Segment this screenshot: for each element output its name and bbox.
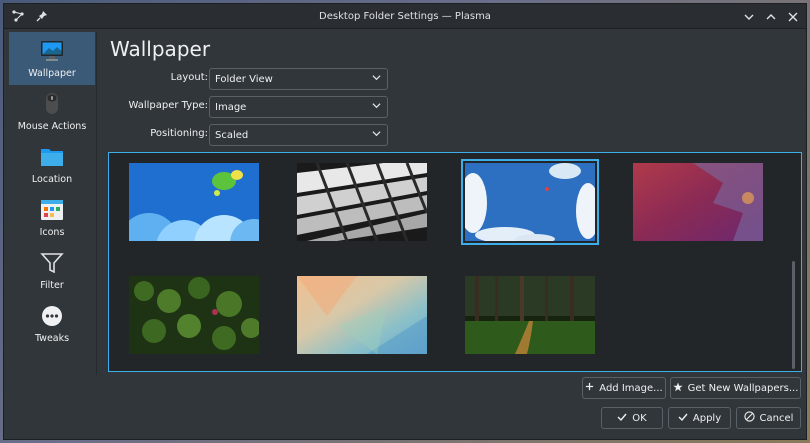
sidebar-item-label: Tweaks	[34, 333, 70, 344]
minimize-button[interactable]	[740, 8, 758, 25]
sidebar-item-tweaks[interactable]: Tweaks	[9, 297, 95, 350]
folder-icon	[41, 149, 63, 166]
sidebar-item-label: Filter	[40, 280, 64, 291]
layout-row: Layout: Folder View	[108, 68, 398, 90]
sidebar-item-filter[interactable]: Filter	[9, 244, 95, 297]
cancel-icon	[743, 411, 755, 425]
positioning-select[interactable]: Scaled	[209, 124, 388, 146]
layout-select[interactable]: Folder View	[209, 68, 388, 90]
plus-icon	[585, 382, 594, 394]
sidebar-item-icons[interactable]: Icons	[9, 191, 95, 244]
sidebar-item-mouse-actions[interactable]: Mouse Actions	[9, 85, 95, 138]
chevron-down-icon	[744, 14, 754, 20]
blue-cartoon-wallpaper	[129, 163, 259, 241]
white-architecture-wallpaper	[297, 163, 427, 241]
wallpaper-thumbnail[interactable]	[129, 276, 259, 354]
get-new-wallpapers-label: Get New Wallpapers...	[687, 382, 799, 394]
wallpaper-type-value: Image	[215, 101, 247, 113]
sidebar-item-label: Wallpaper	[28, 68, 76, 79]
layout-value: Folder View	[215, 73, 273, 85]
wallpaper-type-select[interactable]: Image	[209, 96, 388, 118]
chevron-up-icon	[766, 13, 776, 19]
wallpaper-type-label: Wallpaper Type:	[128, 100, 208, 111]
wallpaper-thumbnail[interactable]	[297, 276, 427, 354]
ok-button[interactable]: OK	[601, 407, 663, 429]
apply-button[interactable]: Apply	[668, 407, 731, 429]
sidebar-item-label: Location	[31, 174, 73, 185]
cancel-label: Cancel	[759, 412, 794, 424]
get-new-wallpapers-button[interactable]: Get New Wallpapers...	[670, 377, 801, 399]
pin-icon[interactable]	[34, 8, 50, 24]
positioning-label: Positioning:	[150, 128, 208, 139]
star-icon	[673, 382, 683, 395]
plasma-icon[interactable]	[10, 8, 26, 24]
filter-icon	[40, 253, 64, 274]
positioning-row: Positioning: Scaled	[108, 124, 398, 146]
chevron-down-icon	[372, 75, 381, 81]
ok-label: OK	[632, 412, 647, 424]
chevron-down-icon	[372, 131, 381, 137]
chevron-down-icon	[372, 103, 381, 109]
monitor-icon	[41, 41, 63, 61]
title-bar: Desktop Folder Settings — Plasma	[4, 4, 806, 29]
green-plants-wallpaper	[129, 276, 259, 354]
maximize-button[interactable]	[762, 8, 780, 25]
wallpaper-thumbnail[interactable]	[129, 163, 259, 241]
wallpaper-thumbnail[interactable]	[297, 163, 427, 241]
wallpaper-type-row: Wallpaper Type: Image	[108, 96, 398, 118]
forest-path-wallpaper	[465, 276, 595, 354]
tweaks-icon	[42, 306, 62, 326]
close-icon	[788, 12, 798, 21]
wallpaper-thumbnail[interactable]	[633, 163, 763, 241]
sidebar-item-label: Mouse Actions	[17, 121, 87, 132]
check-icon	[617, 412, 627, 425]
wallpaper-gallery[interactable]	[108, 152, 802, 372]
check-icon	[678, 412, 688, 425]
close-button[interactable]	[784, 8, 802, 25]
add-image-label: Add Image...	[599, 382, 663, 394]
icons-icon	[41, 200, 63, 220]
mouse-icon	[46, 93, 58, 114]
window-title: Desktop Folder Settings — Plasma	[319, 11, 491, 22]
layout-label: Layout:	[170, 72, 208, 83]
add-image-button[interactable]: Add Image...	[582, 377, 666, 399]
wallpaper-thumbnail[interactable]	[461, 159, 599, 245]
sky-clouds-wallpaper	[465, 163, 595, 241]
positioning-value: Scaled	[215, 129, 249, 141]
sidebar-item-location[interactable]: Location	[9, 138, 95, 191]
page-title: Wallpaper	[110, 37, 211, 61]
cancel-button[interactable]: Cancel	[736, 407, 801, 429]
settings-window: Desktop Folder Settings — Plasma Wallpap…	[3, 3, 807, 440]
apply-label: Apply	[692, 412, 722, 424]
pastel-polygon-wallpaper	[297, 276, 427, 354]
sidebar-item-wallpaper[interactable]: Wallpaper	[9, 32, 95, 85]
sidebar-divider	[96, 32, 97, 375]
sidebar: Wallpaper Mouse Actions Location Icons F…	[9, 32, 95, 375]
gallery-scrollbar[interactable]	[792, 261, 795, 369]
sidebar-item-label: Icons	[39, 227, 65, 238]
wallpaper-thumbnail[interactable]	[465, 276, 595, 354]
pink-red-abstract-wallpaper	[633, 163, 763, 241]
